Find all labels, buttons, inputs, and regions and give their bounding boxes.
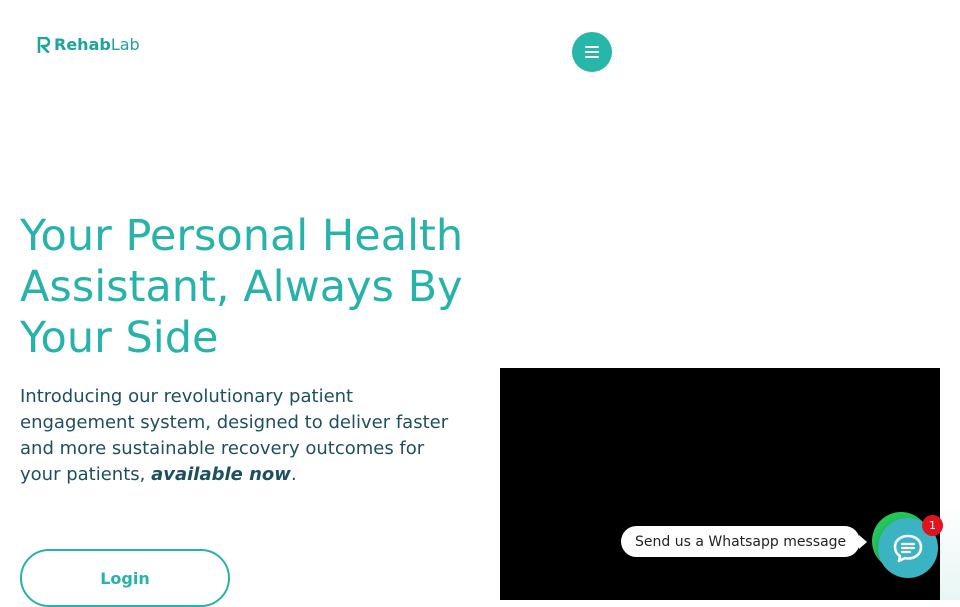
logo-mark-icon xyxy=(37,37,51,53)
hero-title: Your Personal Health Assistant, Always B… xyxy=(20,211,464,363)
logo-text-main: Rehab xyxy=(54,35,111,54)
menu-button[interactable] xyxy=(572,32,612,72)
hamburger-icon xyxy=(585,46,599,58)
logo-text-suffix: Lab xyxy=(110,35,140,54)
whatsapp-prompt[interactable]: Send us a Whatsapp message xyxy=(621,526,868,557)
hero-intro: Introducing our revolutionary patient en… xyxy=(20,384,465,488)
chat-bubble-icon xyxy=(893,534,923,563)
login-button[interactable]: Login xyxy=(20,549,230,607)
notification-badge: 1 xyxy=(922,515,943,536)
hero-intro-emphasis: available now xyxy=(151,464,291,485)
side-decoration xyxy=(940,505,960,600)
site-logo[interactable]: RehabLab xyxy=(37,36,140,54)
hero-intro-end: . xyxy=(290,464,297,485)
video-player[interactable] xyxy=(500,368,940,600)
